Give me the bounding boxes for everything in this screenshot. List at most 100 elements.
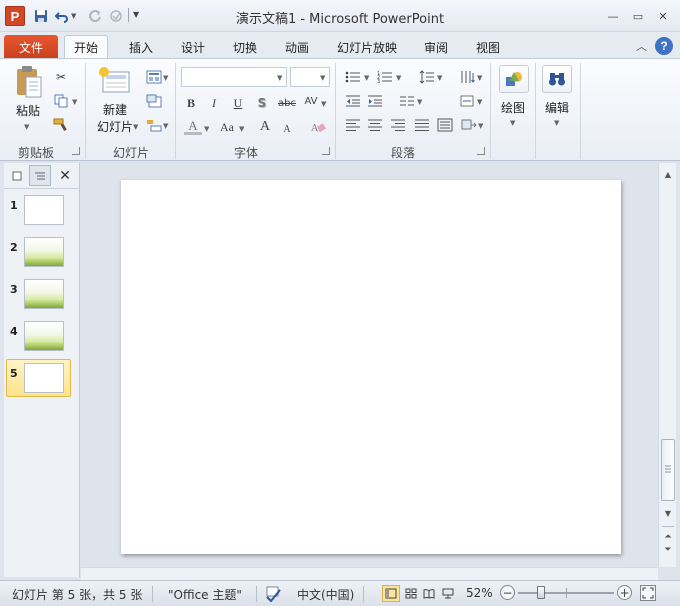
layout-icon[interactable] [145,69,163,85]
vertical-scrollbar[interactable]: ▲ ▼ ⏶ ⏷ [658,163,676,567]
section-icon[interactable] [145,117,163,133]
tab-home[interactable]: 开始 [64,35,109,59]
next-slide-icon[interactable]: ⏷ [659,543,677,557]
line-spacing-icon[interactable] [418,69,436,85]
slides-tab[interactable] [6,165,28,186]
numbering-icon[interactable]: 123 [376,69,394,85]
editing-dropdown-icon[interactable]: ▼ [554,119,559,127]
grow-font-button[interactable]: A [256,119,274,135]
tab-animations[interactable]: 动画 [276,35,318,59]
restore-button[interactable]: ▭ [627,8,649,24]
italic-button[interactable]: I [205,95,223,111]
slide-thumbnail-5[interactable] [24,363,64,393]
bullets-dropdown-icon[interactable]: ▼ [364,74,369,82]
editing-button-label[interactable]: 编辑 [540,99,574,116]
justify-icon[interactable] [413,117,431,133]
scroll-down-icon[interactable]: ▼ [659,506,677,520]
tab-slideshow[interactable]: 幻灯片放映 [328,35,406,59]
minimize-ribbon-icon[interactable]: ︿ [636,38,647,54]
drawing-button-label[interactable]: 绘图 [496,99,530,116]
current-slide[interactable] [121,180,621,554]
format-painter-icon[interactable] [52,117,70,133]
language-indicator[interactable]: 中文(中国) [297,586,354,603]
reset-slide-icon[interactable] [145,93,163,109]
zoom-in-button[interactable]: + [617,585,632,600]
new-slide-label-1[interactable]: 新建 [96,101,134,118]
character-spacing-button[interactable]: AV [301,93,321,109]
change-case-dropdown-icon[interactable]: ▼ [239,125,244,133]
scroll-up-icon[interactable]: ▲ [659,167,677,181]
decrease-indent-icon[interactable] [344,93,362,109]
zoom-level[interactable]: 52% [466,586,493,600]
paste-dropdown-icon[interactable]: ▼ [24,123,29,131]
clipboard-launcher-icon[interactable] [72,147,80,155]
font-color-button[interactable]: A [184,118,202,135]
new-slide-icon[interactable] [98,65,132,97]
columns-dropdown-icon[interactable]: ▼ [417,98,422,106]
help-icon[interactable]: ? [655,37,673,55]
zoom-slider-handle[interactable] [537,586,545,599]
spacing-dropdown-icon[interactable]: ▼ [321,100,326,108]
shapes-icon[interactable] [499,65,529,93]
slide-thumbnail-3[interactable] [24,279,64,309]
text-direction-icon[interactable] [458,69,476,85]
fit-to-window-icon[interactable] [640,585,656,601]
shrink-font-button[interactable]: A [278,121,296,137]
underline-button[interactable]: U [229,95,247,111]
outline-tab[interactable] [29,165,51,186]
align-text-icon[interactable] [458,93,476,109]
tab-design[interactable]: 设计 [172,35,214,59]
section-dropdown-icon[interactable]: ▼ [163,122,168,130]
font-name-combo[interactable] [181,67,287,87]
distributed-icon[interactable] [436,117,454,133]
clear-formatting-icon[interactable]: A [309,119,327,135]
font-name-dropdown-icon[interactable]: ▼ [277,74,282,82]
strikethrough-button[interactable]: abc [275,95,299,111]
columns-icon[interactable] [398,93,416,109]
close-pane-icon[interactable]: ✕ [54,165,76,186]
shadow-button[interactable]: S [253,95,271,111]
copy-dropdown-icon[interactable]: ▼ [72,98,77,106]
font-color-dropdown-icon[interactable]: ▼ [204,125,209,133]
bold-button[interactable]: B [182,95,200,111]
normal-view-button[interactable] [382,585,400,602]
spellcheck-icon[interactable] [264,585,282,603]
font-launcher-icon[interactable] [322,147,330,155]
tab-review[interactable]: 审阅 [415,35,457,59]
slide-thumbnail-2[interactable] [24,237,64,267]
slideshow-view-button[interactable] [439,585,457,602]
slide-thumbnail-1[interactable] [24,195,64,225]
layout-dropdown-icon[interactable]: ▼ [163,74,168,82]
minimize-button[interactable]: — [602,8,624,24]
theme-name[interactable]: "Office 主题" [168,586,242,603]
slide-thumbnail-4[interactable] [24,321,64,351]
font-size-dropdown-icon[interactable]: ▼ [320,74,325,82]
new-slide-label-2[interactable]: 幻灯片 [91,118,139,135]
new-slide-dropdown-icon[interactable]: ▼ [133,123,138,131]
cut-icon[interactable]: ✂ [52,69,70,85]
tab-view[interactable]: 视图 [467,35,509,59]
scrollbar-thumb[interactable] [661,439,675,501]
tab-insert[interactable]: 插入 [120,35,162,59]
drawing-dropdown-icon[interactable]: ▼ [510,119,515,127]
line-spacing-dropdown-icon[interactable]: ▼ [437,74,442,82]
binoculars-icon[interactable] [542,65,572,93]
align-right-icon[interactable] [389,117,407,133]
close-button[interactable]: ✕ [652,8,674,24]
slide-sorter-view-button[interactable] [402,585,420,602]
text-direction-dropdown-icon[interactable]: ▼ [477,74,482,82]
copy-icon[interactable] [52,93,70,109]
smartart-icon[interactable] [460,117,478,133]
tab-file[interactable]: 文件 [4,35,58,59]
paste-icon[interactable] [14,65,44,99]
change-case-button[interactable]: Aa [216,119,238,135]
smartart-dropdown-icon[interactable]: ▼ [478,122,483,130]
bullets-icon[interactable] [344,69,362,85]
align-center-icon[interactable] [366,117,384,133]
horizontal-scrollbar[interactable] [81,567,658,580]
zoom-out-button[interactable]: − [500,585,515,600]
paragraph-launcher-icon[interactable] [477,147,485,155]
previous-slide-icon[interactable]: ⏶ [659,530,677,544]
align-text-dropdown-icon[interactable]: ▼ [477,98,482,106]
numbering-dropdown-icon[interactable]: ▼ [396,74,401,82]
